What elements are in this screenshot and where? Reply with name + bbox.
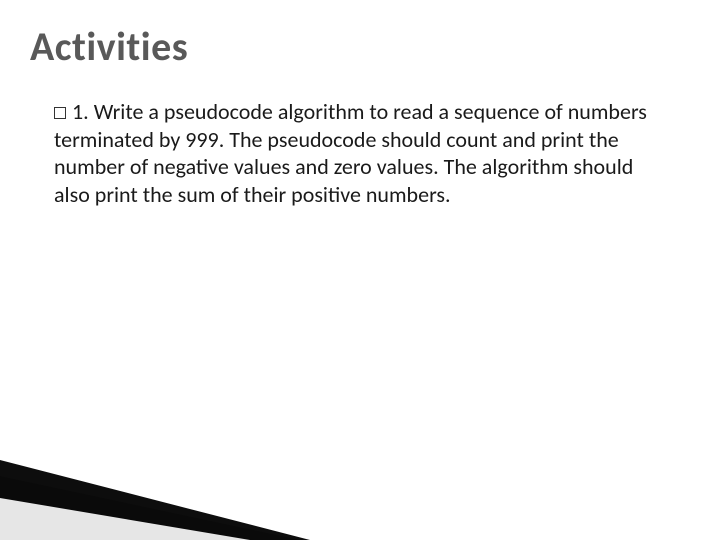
corner-decor-icon: [0, 420, 310, 540]
square-bullet-icon: [54, 107, 66, 119]
item-text: Write a pseudocode algorithm to read a s…: [54, 98, 647, 208]
item-number: 1.: [72, 98, 89, 125]
slide-title: Activities: [30, 22, 188, 71]
body-text-block: 1. Write a pseudocode algorithm to read …: [54, 98, 660, 208]
slide: Activities 1. Write a pseudocode algorit…: [0, 0, 720, 540]
